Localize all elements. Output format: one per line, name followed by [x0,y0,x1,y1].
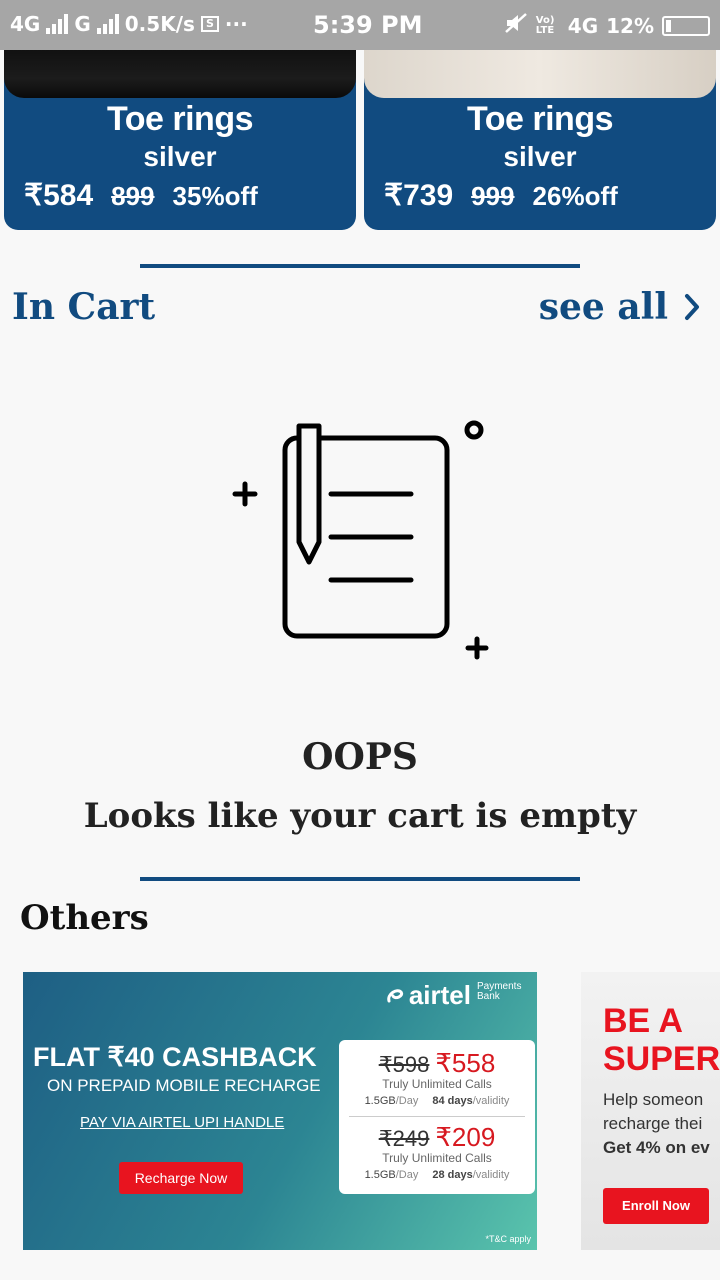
plan-validity-unit: /validity [472,1169,510,1181]
banner-upi-text: PAY VIA AIRTEL UPI HANDLE [80,1114,285,1131]
product-discount: 35%off [172,181,258,211]
banner2-body-line1: Help someon [603,1090,704,1109]
status-time: 5:39 PM [313,11,423,39]
banner2-headline: BE A SUPER [603,1002,720,1078]
empty-cart-message: Looks like your cart is empty [83,796,637,836]
product-price-row: ₹584 899 35%off [24,178,346,213]
product-price-row: ₹739 999 26%off [384,178,706,213]
others-section-title: Others [20,898,149,938]
banner2-headline-line2: SUPER [603,1040,720,1078]
plan-new-price: ₹209 [435,1122,496,1152]
plan-data-unit: /Day [395,1169,419,1181]
plan-item: ₹249 ₹209 Truly Unlimited Calls 1.5GB/Day… [339,1122,535,1181]
enroll-now-button[interactable]: Enroll Now [603,1188,709,1224]
mute-icon [504,12,528,39]
airtel-logo: airtel [385,980,471,1011]
banner2-body-line3: Get 4% on ev [603,1138,710,1157]
cart-section-title: In Cart [12,286,156,328]
plan-validity: 28 days [432,1169,473,1181]
empty-cart-heading: OOPS [302,736,418,778]
plan-validity: 84 days [432,1095,473,1107]
plan-data: 1.5GB [364,1095,396,1107]
network-label-2: G [74,12,91,36]
network-label-3: 4G [567,13,599,38]
banner-subline: ON PREPAID MOBILE RECHARGE [47,1076,321,1095]
product-subtitle: silver [503,141,577,172]
plan-old-price: ₹598 [378,1052,430,1077]
banner2-headline-line1: BE A [603,1002,683,1040]
volte-label: Vo) LTE [535,14,555,36]
product-subtitle: silver [143,141,217,172]
product-image [4,50,356,98]
plan-validity-unit: /validity [472,1095,510,1107]
data-speed: 0.5K/s [124,12,195,36]
signal-icon [46,14,69,34]
airtel-logo-text: airtel [408,980,471,1010]
network-label: 4G [10,12,41,36]
plan-data-unit: /Day [395,1095,419,1107]
banner2-body: Help someon recharge thei Get 4% on ev [603,1088,710,1160]
product-title: Toe rings [467,100,614,138]
airtel-logo-subtext: Payments Bank [477,981,522,1002]
airtel-cashback-banner[interactable]: airtel Payments Bank FLAT ₹40 CASHBACK O… [23,972,537,1250]
recharge-now-button[interactable]: Recharge Now [119,1162,243,1194]
plan-description: Truly Unlimited Calls [382,1151,492,1165]
terms-text: *T&C apply [485,1234,531,1244]
product-card[interactable]: Toe rings silver ₹739 999 26%off [364,50,716,230]
status-right: Vo) LTE 4G 12% [504,12,710,39]
signal-icon-2 [96,14,119,34]
status-bar: 4G G 0.5K/s S ··· 5:39 PM Vo) LTE 4G 12% [0,0,720,50]
product-image [364,50,716,98]
plans-panel: ₹598 ₹558 Truly Unlimited Calls 1.5GB/Day… [339,1040,535,1194]
see-all-label: see all [538,286,668,328]
plan-new-price: ₹558 [435,1048,496,1078]
product-mrp: 999 [471,181,515,211]
empty-cart-illustration-icon [232,420,489,660]
product-mrp: 899 [111,181,155,211]
more-notifications-icon: ··· [224,12,248,36]
section-divider [140,264,580,268]
battery-percent: 12% [606,13,654,38]
product-price: ₹739 [384,179,454,212]
product-discount: 26%off [532,181,618,211]
see-all-link[interactable]: see all [539,286,702,328]
banner-headline: FLAT ₹40 CASHBACK [33,1042,317,1072]
plan-description: Truly Unlimited Calls [382,1077,492,1091]
battery-icon [662,15,710,36]
product-title: Toe rings [107,100,254,138]
plan-old-price: ₹249 [378,1126,430,1151]
banner2-body-line2: recharge thei [603,1114,703,1133]
plan-separator [349,1116,525,1117]
screenshot-icon: S [200,16,219,32]
product-card[interactable]: Toe rings silver ₹584 899 35%off [4,50,356,230]
airtel-swirl-icon [387,988,403,1002]
plan-item: ₹598 ₹558 Truly Unlimited Calls 1.5GB/Day… [339,1048,535,1107]
product-price: ₹584 [24,179,94,212]
status-left: 4G G 0.5K/s S ··· [10,12,248,36]
plan-meta: 1.5GB/Day 84 days/validity [339,1095,535,1107]
plan-meta: 1.5GB/Day 28 days/validity [339,1169,535,1181]
chevron-right-icon [685,294,699,320]
super-banner[interactable]: BE A SUPER Help someon recharge thei Get… [581,972,720,1250]
plan-data: 1.5GB [364,1169,396,1181]
section-divider [140,877,580,881]
